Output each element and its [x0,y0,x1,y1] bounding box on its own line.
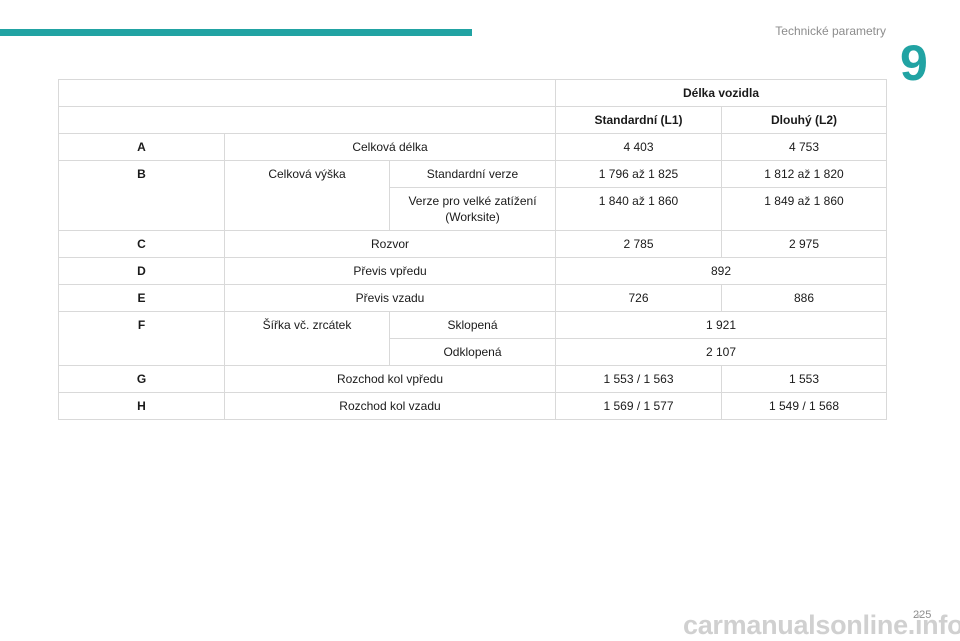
row-label: Převis vzadu [224,284,556,312]
vehicle-dimensions-table: Délka vozidla Standardní (L1) Dlouhý (L2… [58,79,887,420]
row-label: Celková délka [224,133,556,161]
row-code: G [58,365,225,393]
cell-value: 2 107 [555,338,887,366]
cell-l2: 886 [721,284,887,312]
table-row: Standardní (L1) Dlouhý (L2) [58,106,887,134]
cell-l1: 4 403 [555,133,722,161]
table-row: H Rozchod kol vzadu 1 569 / 1 577 1 549 … [58,392,887,420]
cell-value: 892 [555,257,887,285]
empty-header-cell [58,106,556,134]
row-label: Převis vpředu [224,257,556,285]
cell-l2: 1 553 [721,365,887,393]
cell-l2: 4 753 [721,133,887,161]
sub-label: Verze pro velké zatížení (Worksite) [389,187,556,231]
cell-l1: 1 553 / 1 563 [555,365,722,393]
row-code: C [58,230,225,258]
row-code: H [58,392,225,420]
row-code: E [58,284,225,312]
cell-l1: 726 [555,284,722,312]
table-row: B Celková výška Standardní verze 1 796 a… [58,160,887,231]
cell-l2: 1 812 až 1 820 [721,160,887,188]
row-label: Rozchod kol vpředu [224,365,556,393]
section-title: Technické parametry [775,24,886,38]
cell-l1: 1 840 až 1 860 [555,187,722,231]
table-row: D Převis vpředu 892 [58,257,887,285]
cell-l2: 1 549 / 1 568 [721,392,887,420]
cell-l1: 1 796 až 1 825 [555,160,722,188]
table-row: G Rozchod kol vpředu 1 553 / 1 563 1 553 [58,365,887,393]
row-code: F [58,311,225,366]
column-header-l1: Standardní (L1) [555,106,722,134]
row-code: B [58,160,225,231]
cell-l2: 1 849 až 1 860 [721,187,887,231]
row-label: Šířka vč. zrcátek [224,311,390,366]
watermark: carmanualsonline.info [683,610,960,640]
cell-l2: 2 975 [721,230,887,258]
cell-l1: 2 785 [555,230,722,258]
sub-label: Standardní verze [389,160,556,188]
table-row: C Rozvor 2 785 2 975 [58,230,887,258]
row-code: D [58,257,225,285]
cell-value: 1 921 [555,311,887,339]
sub-label: Odklopená [389,338,556,366]
chapter-number: 9 [900,35,928,91]
row-label: Celková výška [224,160,390,231]
table-row: A Celková délka 4 403 4 753 [58,133,887,161]
row-code: A [58,133,225,161]
sub-label: Sklopená [389,311,556,339]
cell-l1: 1 569 / 1 577 [555,392,722,420]
empty-header-cell [58,79,556,107]
row-label: Rozchod kol vzadu [224,392,556,420]
table-row: F Šířka vč. zrcátek Sklopená 1 921 [58,311,887,366]
header-accent-bar [0,29,472,36]
table-row: E Převis vzadu 726 886 [58,284,887,312]
row-label: Rozvor [224,230,556,258]
table-row: Délka vozidla [58,79,887,107]
column-header-l2: Dlouhý (L2) [721,106,887,134]
group-header: Délka vozidla [555,79,887,107]
